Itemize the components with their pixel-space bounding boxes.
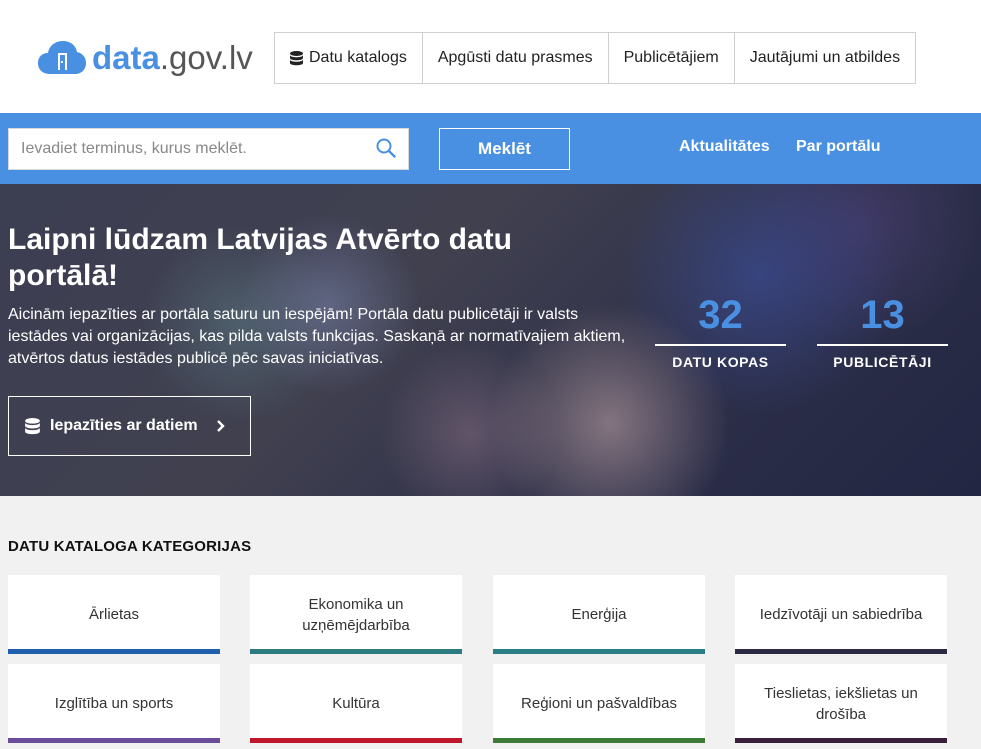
nav-publicetajiem[interactable]: Publicētājiem [609,33,735,83]
stat-value: 32 [698,293,743,337]
category-color-bar [250,738,462,743]
hero-description: Aicinām iepazīties ar portāla saturu un … [8,306,626,367]
nav-label: Jautājumi un atbildes [749,49,901,66]
top-navigation: Datu katalogs Apgūsti datu prasmes Publi… [274,32,917,84]
nav-label: Apgūsti datu prasmes [437,49,593,66]
category-arlietas[interactable]: Ārlietas [8,575,220,654]
chevron-right-icon [216,420,225,432]
stat-label: DATU KOPAS [672,354,769,370]
search-box [8,128,409,170]
database-icon [25,417,40,434]
category-label: Enerģija [571,606,627,623]
category-color-bar [493,738,705,743]
database-icon [290,50,303,65]
nav-label: Datu katalogs [309,49,407,66]
category-color-bar [735,738,947,743]
stat-divider [817,344,948,346]
nav-apgusti-datu-prasmes[interactable]: Apgūsti datu prasmes [423,33,609,83]
category-label: Tieslietas, iekšlietas un drošība [764,684,918,723]
link-par-portalu[interactable]: Par portālu [796,138,880,156]
category-color-bar [735,649,947,654]
category-label: Reģioni un pašvaldības [521,695,677,712]
search-input[interactable] [9,129,369,169]
category-color-bar [250,649,462,654]
stat-value: 13 [860,293,905,337]
logo-domain-text: .gov.lv [159,39,253,76]
category-regioni[interactable]: Reģioni un pašvaldības [493,664,705,743]
stat-label: PUBLICĒTĀJI [833,354,932,370]
category-izglitiba[interactable]: Izglītība un sports [8,664,220,743]
cloud-door-icon [38,41,86,74]
category-label: Iedzīvotāji un sabiedrība [759,606,923,623]
logo-data-text: data [92,39,160,76]
link-aktualitates[interactable]: Aktualitātes [679,138,770,156]
category-tieslietas[interactable]: Tieslietas, iekšlietas un drošība [735,664,947,743]
category-label: Ārlietas [88,606,140,623]
category-kultura[interactable]: Kultūra [250,664,462,743]
stat-divider [655,344,786,346]
site-logo[interactable]: data.gov.lv [38,38,253,78]
category-iedzivotaji[interactable]: Iedzīvotāji un sabiedrība [735,575,947,654]
nav-jautajumi-un-atbildes[interactable]: Jautājumi un atbildes [735,33,915,83]
explore-data-button[interactable]: Iepazīties ar datiem [8,396,251,456]
stat-publishers: 13 PUBLICĒTĀJI [817,292,948,370]
category-energija[interactable]: Enerģija [493,575,705,654]
hero-banner: Laipni lūdzam Latvijas Atvērto datu port… [0,184,981,496]
site-header: data.gov.lv Datu katalogs Apgūsti datu p… [0,0,981,113]
category-color-bar [8,738,220,743]
category-label: Izglītība un sports [54,695,174,712]
categories-title: DATU KATALOGA KATEGORIJAS [8,538,252,555]
stat-datasets: 32 DATU KOPAS [655,292,786,370]
explore-data-label: Iepazīties ar datiem [50,417,198,434]
category-ekonomika[interactable]: Ekonomika un uzņēmējdarbība [250,575,462,654]
category-label: Ekonomika un uzņēmējdarbība [302,595,410,634]
hero-title: Laipni lūdzam Latvijas Atvērto datu port… [8,223,512,292]
catalog-categories: DATU KATALOGA KATEGORIJAS Ārlietas Ekono… [0,496,981,749]
search-button[interactable]: Meklēt [439,128,570,170]
nav-label: Publicētājiem [623,49,719,66]
nav-datu-katalogs[interactable]: Datu katalogs [275,33,423,83]
category-color-bar [8,649,220,654]
search-icon[interactable] [376,138,396,158]
category-color-bar [493,649,705,654]
category-label: Kultūra [332,695,380,712]
